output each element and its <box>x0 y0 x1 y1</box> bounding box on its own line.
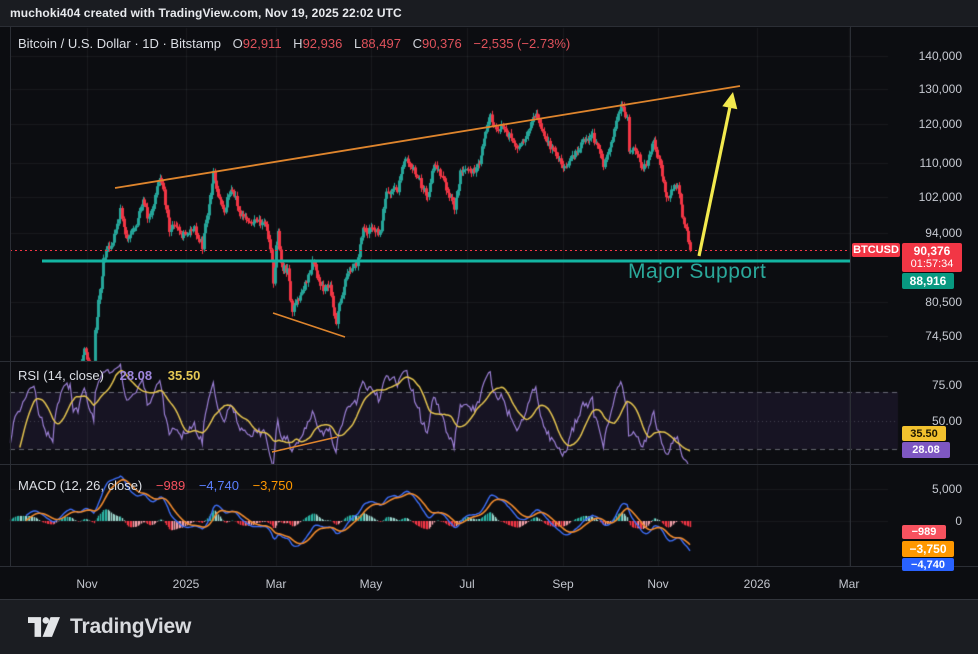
macd-hist-text: −989 <box>912 526 937 538</box>
price-axis-label: 120,000 <box>919 117 962 131</box>
rsi-ma-value: 35.50 <box>168 368 201 383</box>
symbol-title[interactable]: Bitcoin / U.S. Dollar · 1D · Bitstamp <box>18 36 221 51</box>
price-axis-border <box>850 27 851 566</box>
tradingview-logo-icon <box>28 616 60 638</box>
change-value: −2,535 (−2.73%) <box>473 36 570 51</box>
price-axis-label: 130,000 <box>919 82 962 96</box>
footer-bar: TradingView <box>0 599 978 654</box>
macd-line-value: −4,740 <box>199 478 239 493</box>
time-axis-label: Mar <box>254 571 298 598</box>
macd-line-badge[interactable]: −4,740 <box>902 558 954 571</box>
plot-left-border <box>10 27 11 566</box>
macd-axis-label: 0 <box>955 514 962 528</box>
price-rsi-divider[interactable] <box>0 361 978 362</box>
time-axis-label: Jul <box>445 571 489 598</box>
time-axis-label: May <box>349 571 393 598</box>
open-label: O <box>233 36 243 51</box>
support-price-badge[interactable]: 88,916 <box>902 273 954 289</box>
last-price-badge[interactable]: 90,376 01:57:34 <box>902 243 962 272</box>
price-axis-label: 74,500 <box>925 329 962 343</box>
low-value: 88,497 <box>361 36 401 51</box>
support-price-text: 88,916 <box>910 274 947 288</box>
macd-hist-value: −989 <box>156 478 185 493</box>
attribution-text: muchoki404 created with TradingView.com,… <box>10 6 402 20</box>
time-axis-label: Nov <box>65 571 109 598</box>
high-value: 92,936 <box>303 36 343 51</box>
attribution-bar: muchoki404 created with TradingView.com,… <box>0 0 978 27</box>
close-value: 90,376 <box>422 36 462 51</box>
time-axis-label: 2026 <box>735 571 779 598</box>
time-axis-label: 2025 <box>164 571 208 598</box>
price-axis-label: 102,000 <box>919 190 962 204</box>
macd-axis-label: 5,000 <box>932 482 962 496</box>
macd-signal-text: −3,750 <box>909 542 946 556</box>
price-axis-label: 94,000 <box>925 226 962 240</box>
rsi-value: 28.08 <box>120 368 153 383</box>
rsi-ma-text: 35.50 <box>910 428 938 440</box>
macd-title[interactable]: MACD (12, 26, close) <box>18 478 142 493</box>
macd-signal-badge[interactable]: −3,750 <box>902 541 954 557</box>
price-axis-label: 80,500 <box>925 295 962 309</box>
tradingview-logo[interactable]: TradingView <box>28 615 191 639</box>
bar-countdown-text: 01:57:34 <box>911 258 954 271</box>
rsi-macd-divider[interactable] <box>0 464 978 465</box>
rsi-legend[interactable]: RSI (14, close) 28.08 35.50 <box>18 368 200 383</box>
time-axis-label: Nov <box>636 571 680 598</box>
rsi-title[interactable]: RSI (14, close) <box>18 368 104 383</box>
rsi-value-text: 28.08 <box>912 444 940 456</box>
rsi-ma-badge[interactable]: 35.50 <box>902 426 946 441</box>
tradingview-brand-text: TradingView <box>70 615 191 639</box>
major-support-label[interactable]: Major Support <box>628 260 766 284</box>
last-price-text: 90,376 <box>914 244 951 258</box>
high-label: H <box>293 36 302 51</box>
macd-signal-value: −3,750 <box>253 478 293 493</box>
time-axis-label: Mar <box>827 571 871 598</box>
symbol-price-label-badge[interactable]: BTCUSD <box>852 243 900 257</box>
macd-hist-badge[interactable]: −989 <box>902 525 946 539</box>
open-value: 92,911 <box>243 36 282 51</box>
close-label: C <box>413 36 422 51</box>
symbol-legend[interactable]: Bitcoin / U.S. Dollar · 1D · Bitstamp O9… <box>18 36 570 51</box>
rsi-value-badge[interactable]: 28.08 <box>902 442 950 458</box>
rsi-axis-label: 75.00 <box>932 378 962 392</box>
time-axis-label: Sep <box>541 571 585 598</box>
chart-plot-area[interactable] <box>0 0 978 654</box>
price-axis-label: 140,000 <box>919 49 962 63</box>
macd-legend[interactable]: MACD (12, 26, close) −989 −4,740 −3,750 <box>18 478 293 493</box>
time-axis[interactable]: Nov 2025 Mar May Jul Sep Nov 2026 Mar <box>0 567 978 598</box>
price-axis-label: 110,000 <box>920 156 963 170</box>
macd-line-text: −4,740 <box>911 559 945 571</box>
tradingview-chart-window: muchoki404 created with TradingView.com,… <box>0 0 978 654</box>
symbol-badge-text: BTCUSD <box>853 244 899 256</box>
